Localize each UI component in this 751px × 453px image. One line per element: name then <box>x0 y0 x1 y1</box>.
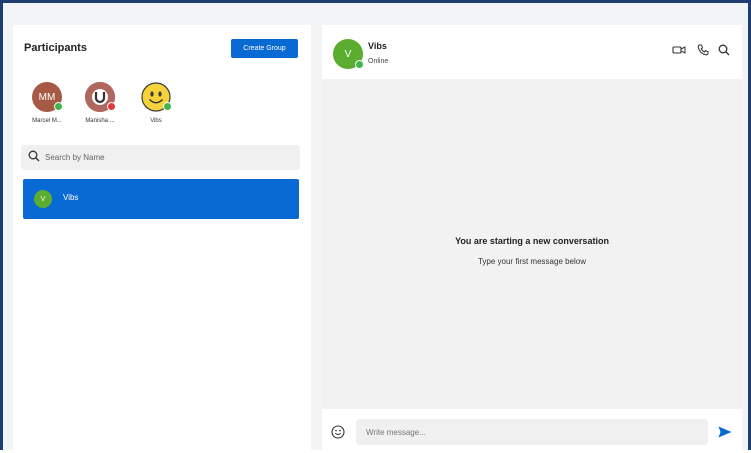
message-input[interactable] <box>366 423 696 441</box>
chat-panel: V Vibs Online You are starting a new con… <box>322 25 742 453</box>
participant-vibs[interactable]: Vibs <box>130 82 182 124</box>
participant-name: Manisha ... <box>85 118 115 124</box>
participant-manisha[interactable]: Manisha ... <box>74 82 126 124</box>
chat-avatar-initials: V <box>344 48 352 60</box>
participants-title: Participants <box>24 42 87 54</box>
create-group-button[interactable]: Create Group <box>231 39 298 58</box>
busy-status-dot <box>107 102 116 111</box>
participant-marcel[interactable]: MM Marcel M... <box>21 82 73 124</box>
conversation-area: You are starting a new conversation Type… <box>322 79 742 409</box>
message-box <box>356 419 708 445</box>
contact-name: Vibs <box>63 193 79 202</box>
search-input[interactable] <box>45 149 285 166</box>
phone-icon[interactable] <box>697 44 709 56</box>
online-status-dot <box>355 60 364 69</box>
chat-avatar: V <box>333 39 364 69</box>
contact-item-vibs[interactable]: V Vibs <box>23 179 299 219</box>
contact-avatar: V <box>34 190 52 208</box>
participants-panel: Participants Create Group MM Marcel M...… <box>13 25 311 453</box>
avatar: MM <box>32 82 63 112</box>
participant-name: Marcel M... <box>32 118 62 124</box>
search-box <box>21 145 300 170</box>
participant-name: Vibs <box>150 118 162 124</box>
avatar-initials: MM <box>38 91 56 103</box>
search-icon[interactable] <box>718 44 730 56</box>
chat-contact-name: Vibs <box>368 41 387 51</box>
message-composer <box>322 409 742 453</box>
empty-conversation-title: You are starting a new conversation <box>455 236 609 246</box>
emoji-icon[interactable] <box>331 425 345 439</box>
search-icon <box>28 150 40 162</box>
online-status-dot <box>54 102 63 111</box>
avatar <box>141 82 172 112</box>
app-frame: Participants Create Group MM Marcel M...… <box>0 0 751 453</box>
online-status-dot <box>163 102 172 111</box>
avatar <box>85 82 116 112</box>
chat-contact-status: Online <box>368 58 389 65</box>
video-call-icon[interactable] <box>672 44 686 56</box>
empty-conversation-subtitle: Type your first message below <box>477 257 587 266</box>
send-icon[interactable] <box>718 426 732 438</box>
